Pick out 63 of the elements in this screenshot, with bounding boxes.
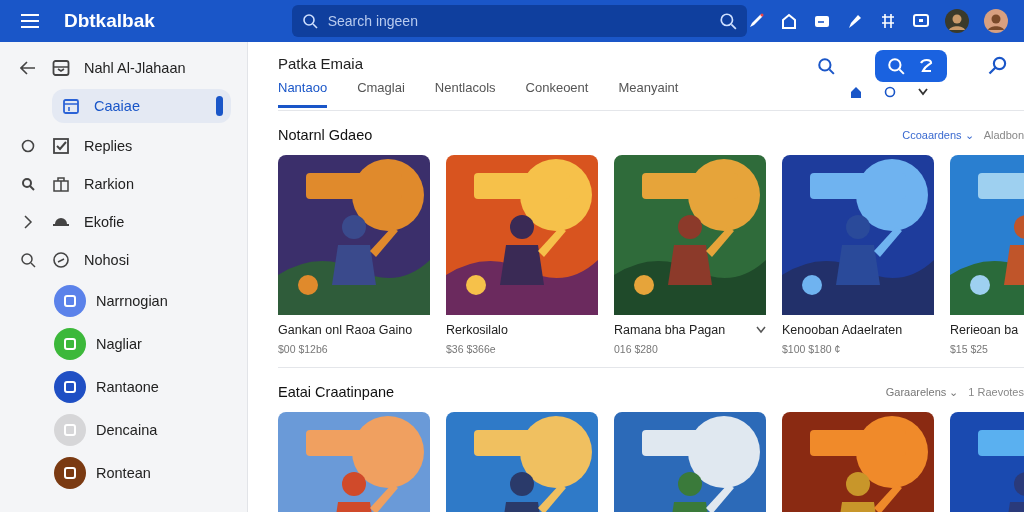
selection-indicator	[216, 96, 223, 116]
screen-icon[interactable]	[912, 12, 930, 30]
card-title[interactable]: Rerieoan ba	[950, 323, 1019, 337]
search-icon[interactable]	[817, 57, 835, 75]
tab[interactable]: Cmaglai	[357, 80, 405, 108]
card-title[interactable]: Ramana bha Pagan	[614, 323, 726, 337]
sidebar-item[interactable]: Narrnogian	[0, 279, 231, 322]
tab[interactable]: Nantaoo	[278, 80, 328, 108]
chevron-icon	[23, 215, 33, 229]
home-icon[interactable]	[780, 12, 798, 30]
filter-dropdown[interactable]: Ccoaardens ⌄	[902, 128, 974, 142]
search-icon[interactable]	[719, 12, 737, 30]
filter-dropdown[interactable]: Garaarelens ⌄	[885, 385, 959, 399]
checkbox-icon	[52, 137, 70, 155]
helmet-icon	[52, 217, 70, 227]
page-title: Patka Emaia	[278, 55, 365, 72]
chevron-down-icon[interactable]	[756, 326, 766, 334]
section-link[interactable]: Aladbon	[983, 129, 1024, 141]
grid-icon[interactable]	[879, 12, 897, 30]
section-link[interactable]: 1 Raevotes	[968, 386, 1024, 398]
search-icon	[301, 13, 318, 29]
pen-icon[interactable]	[846, 12, 864, 30]
card-title[interactable]: Gankan onl Raoa Gaino	[278, 323, 413, 337]
sidebar-item[interactable]: Nagliar	[0, 322, 231, 365]
sidebar-item[interactable]: Caaiae	[52, 89, 231, 123]
avatar-icon[interactable]	[984, 9, 1008, 33]
inbox-icon	[52, 59, 70, 77]
search-icon[interactable]	[987, 56, 1007, 76]
logo-text[interactable]: Dbtkalbak	[63, 10, 284, 32]
sidebar-item[interactable]: Replies	[0, 127, 231, 165]
circle-icon	[21, 139, 35, 153]
sidebar-item[interactable]: Rantaone	[0, 365, 231, 408]
sidebar-item[interactable]: Rarkion	[0, 165, 231, 203]
section-title: Eatai Craatinpane	[278, 384, 396, 400]
card-price: $36 $366e	[446, 343, 497, 355]
sidebar-item[interactable]: Ekofie	[0, 203, 231, 241]
search-icon	[20, 252, 36, 268]
card-title[interactable]: Rerkosilalo	[446, 323, 508, 337]
back-arrow-icon[interactable]	[20, 61, 36, 75]
sidebar-item[interactable]: Nahl Al-Jlahaan	[0, 49, 231, 87]
section-title: Notarnl Gdaeo	[278, 127, 374, 143]
bag-icon	[52, 175, 70, 193]
calendar-icon	[62, 97, 80, 115]
house-icon[interactable]	[850, 86, 862, 98]
card-price: $100 $180 ¢	[782, 343, 842, 355]
search-icon	[21, 177, 35, 191]
avatar-icon[interactable]	[945, 9, 969, 33]
sidebar-item[interactable]: Nohosi	[0, 241, 231, 279]
menu-icon[interactable]	[20, 13, 40, 29]
sidebar-item[interactable]: Rontean	[0, 451, 231, 494]
search-icon	[887, 57, 905, 75]
tab[interactable]: Nentlacols	[434, 80, 496, 108]
tab[interactable]: Conkeoent	[525, 80, 589, 108]
card-price: $15 $25	[950, 343, 989, 355]
card-title[interactable]: Kenooban Adaelraten	[782, 323, 903, 337]
card-price: 016 $280	[614, 343, 659, 355]
search-bar[interactable]: Search ingeen	[291, 5, 747, 37]
search-button[interactable]	[875, 50, 947, 82]
tab[interactable]: Meanyaint	[618, 80, 679, 108]
card-price: $00 $12b6	[278, 343, 329, 355]
search-field[interactable]: Search ingeen	[325, 12, 711, 30]
chevron-down-icon[interactable]	[918, 88, 928, 96]
sidebar-item[interactable]: Dencaina	[0, 408, 231, 451]
